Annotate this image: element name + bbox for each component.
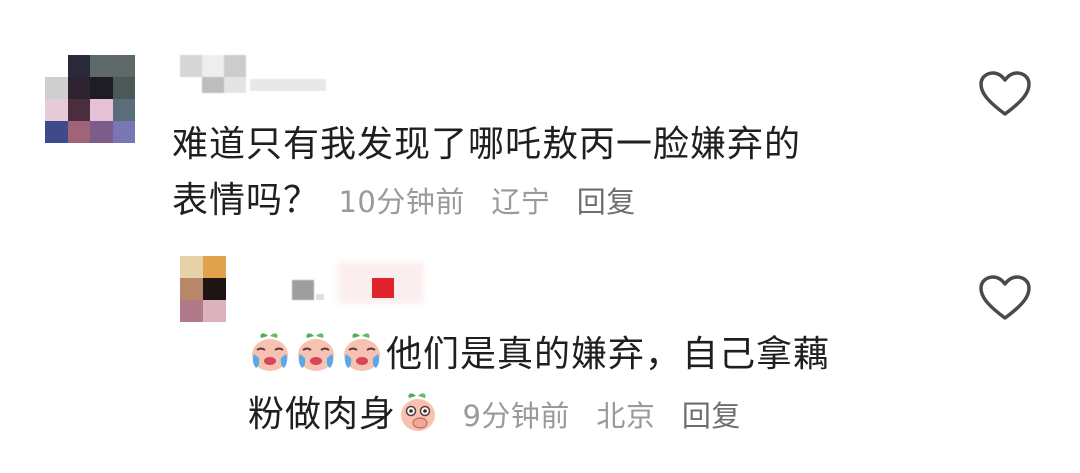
reply-text-line1: 他们是真的嫌弃，自己拿藕	[248, 327, 830, 383]
location: 辽宁	[491, 185, 551, 219]
heart-outline-icon[interactable]	[978, 274, 1032, 322]
reply-text-line2: 粉做肉身 9分钟前 北京 回复	[248, 387, 830, 444]
crying-peach-emoji-icon	[252, 333, 288, 371]
timestamp: 10分钟前	[338, 185, 465, 219]
heart-outline-icon[interactable]	[978, 70, 1032, 118]
reply-text-end: 粉做肉身	[248, 394, 397, 435]
username[interactable]	[290, 256, 435, 306]
thinking-peach-emoji-icon	[401, 393, 436, 431]
timestamp: 9分钟前	[462, 399, 570, 433]
username[interactable]	[180, 55, 330, 95]
reply-button[interactable]: 回复	[577, 185, 636, 219]
avatar[interactable]	[45, 55, 135, 143]
comment-text-line1: 难道只有我发现了哪吒敖丙一脸嫌弃的	[172, 124, 802, 165]
avatar[interactable]	[180, 256, 226, 322]
location: 北京	[596, 399, 656, 433]
comment-text-end: 表情吗？	[172, 180, 321, 221]
reply-text-content: 他们是真的嫌弃，自己拿藕	[386, 334, 831, 375]
crying-peach-emoji-icon	[344, 333, 380, 371]
reply-button[interactable]: 回复	[682, 399, 741, 433]
reply-text: 他们是真的嫌弃，自己拿藕 粉做肉身 9分钟前 北京 回复	[248, 327, 830, 444]
crying-peach-emoji-icon	[298, 333, 334, 371]
comment-text: 难道只有我发现了哪吒敖丙一脸嫌弃的 表情吗？ 10分钟前 辽宁 回复	[172, 117, 801, 230]
comment-text-line2: 表情吗？ 10分钟前 辽宁 回复	[172, 173, 801, 230]
